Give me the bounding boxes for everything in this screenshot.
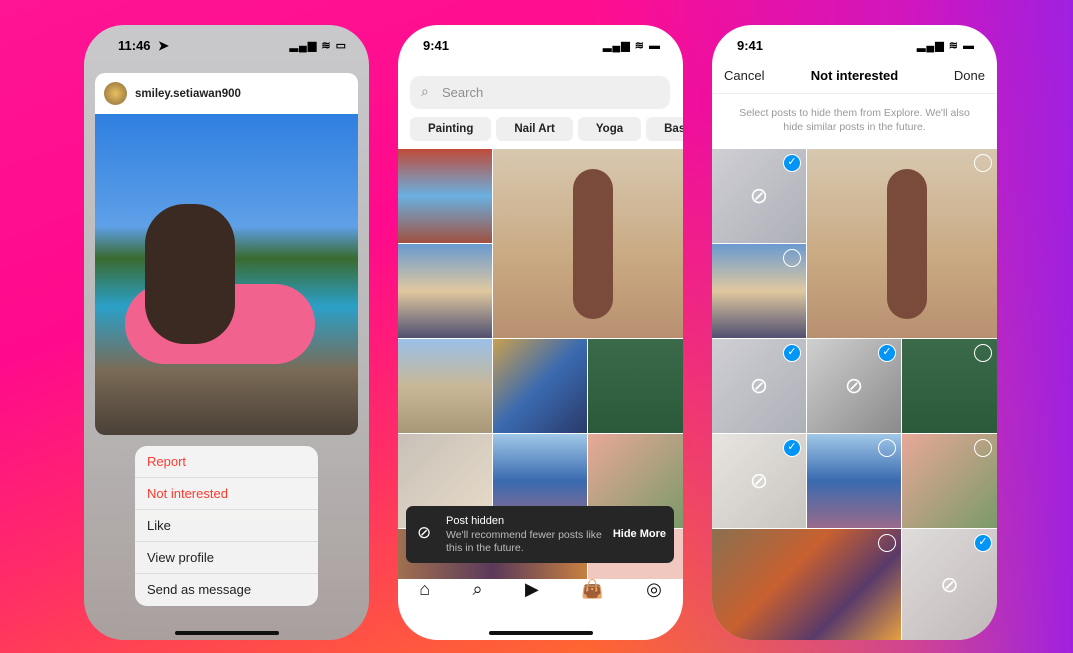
eye-slash-icon: ⊘ [417, 523, 432, 542]
post-hidden-toast: ⊘ Post hidden We'll recommend fewer post… [406, 506, 674, 563]
status-icons: ▂▄▆ ≋ ▬ [916, 40, 975, 52]
bottom-nav: ⌂ ⌕ ▶ 👜 ◎ [398, 579, 683, 619]
selectable-tile[interactable] [807, 149, 997, 338]
selectable-tile[interactable] [902, 339, 997, 433]
search-icon: ⌕ [421, 83, 429, 99]
location-icon: ➤ [158, 38, 169, 53]
post-image [95, 114, 358, 435]
checkbox[interactable] [878, 439, 896, 457]
status-icons: ▂▄▆ ≋ ▬ [602, 40, 661, 52]
selectable-tile[interactable]: ⊘ ✓ [712, 149, 806, 243]
shop-icon[interactable]: 👜 [581, 579, 603, 619]
checkbox[interactable] [878, 534, 896, 552]
menu-item-view-profile[interactable]: View profile [135, 542, 318, 574]
explore-tile[interactable] [398, 244, 492, 338]
explore-tile[interactable] [493, 339, 587, 433]
profile-icon[interactable]: ◎ [646, 579, 662, 619]
search-icon[interactable]: ⌕ [472, 579, 482, 619]
status-bar: 9:41 ▂▄▆ ≋ ▬ [423, 38, 661, 53]
status-icons: ▂▄▆ ≋ ▭ [289, 40, 347, 52]
chip-nail-art[interactable]: Nail Art [496, 117, 573, 141]
eye-slash-icon: ⊘ [749, 468, 769, 493]
reels-icon[interactable]: ▶ [525, 579, 539, 619]
selectable-tile[interactable] [712, 529, 901, 640]
checkbox-checked[interactable]: ✓ [878, 344, 896, 362]
eye-slash-icon: ⊘ [749, 183, 769, 208]
selectable-tile[interactable] [712, 244, 806, 338]
explore-tile-video[interactable] [493, 149, 683, 338]
chip-painting[interactable]: Painting [410, 117, 492, 141]
done-button[interactable]: Done [954, 68, 985, 83]
phone-explore: 9:41 ▂▄▆ ≋ ▬ ⌕ Search Painting Nail Art Yog… [398, 25, 683, 640]
explore-tile[interactable] [398, 149, 492, 243]
selectable-tile[interactable]: ⊘ ✓ [902, 529, 997, 640]
checkbox[interactable] [974, 439, 992, 457]
eye-slash-icon: ⊘ [844, 373, 864, 398]
home-indicator [488, 631, 593, 635]
explore-tile[interactable] [398, 339, 492, 433]
post-card: smiley.setiawan900 [95, 73, 358, 435]
selectable-tile[interactable] [807, 434, 901, 528]
home-icon[interactable]: ⌂ [419, 579, 430, 619]
search-input[interactable]: ⌕ Search [410, 76, 670, 109]
selectable-tile[interactable]: ⊘ ✓ [712, 434, 806, 528]
phone-post-menu: 11:46 ➤ ▂▄▆ ≋ ▭ smiley.setiawan900 Report … [84, 25, 369, 640]
selectable-tile[interactable]: ⊘ ✓ [807, 339, 901, 433]
status-bar: 11:46 ➤ ▂▄▆ ≋ ▭ [118, 38, 347, 53]
checkbox-checked[interactable]: ✓ [974, 534, 992, 552]
menu-item-like[interactable]: Like [135, 510, 318, 542]
divider [712, 93, 997, 94]
checkbox-checked[interactable]: ✓ [783, 439, 801, 457]
post-username[interactable]: smiley.setiawan900 [135, 88, 241, 100]
chip-base[interactable]: Base [646, 117, 683, 141]
eye-slash-icon: ⊘ [749, 373, 769, 398]
checkbox-checked[interactable]: ✓ [783, 154, 801, 172]
checkbox[interactable] [974, 154, 992, 172]
explore-tile[interactable] [588, 339, 683, 433]
selectable-tile[interactable]: ⊘ ✓ [712, 339, 806, 433]
hide-more-button[interactable]: Hide More [613, 528, 666, 540]
instructions: Select posts to hide them from Explore. … [739, 107, 970, 133]
selectable-grid: ⊘ ✓ ⊘ ✓ ⊘ ✓ ⊘ ✓ ⊘ ✓ [712, 149, 997, 640]
topic-chips: PaintingNail ArtYogaBase [410, 117, 683, 141]
checkbox[interactable] [783, 249, 801, 267]
eye-slash-icon: ⊘ [940, 571, 959, 597]
menu-item-report[interactable]: Report [135, 446, 318, 478]
checkbox-checked[interactable]: ✓ [783, 344, 801, 362]
home-indicator [174, 631, 279, 635]
avatar[interactable] [104, 82, 127, 105]
chip-yoga[interactable]: Yoga [577, 117, 642, 141]
menu-item-not-interested[interactable]: Not interested [135, 478, 318, 510]
phone-not-interested: 9:41 ▂▄▆ ≋ ▬ Cancel Not interested Done S… [712, 25, 997, 640]
checkbox[interactable] [974, 344, 992, 362]
post-options-menu: Report Not interested Like View profile … [135, 446, 318, 606]
selectable-tile[interactable] [902, 434, 997, 528]
status-bar: 9:41 ▂▄▆ ≋ ▬ [737, 38, 975, 53]
menu-item-send-as-message[interactable]: Send as message [135, 574, 318, 606]
